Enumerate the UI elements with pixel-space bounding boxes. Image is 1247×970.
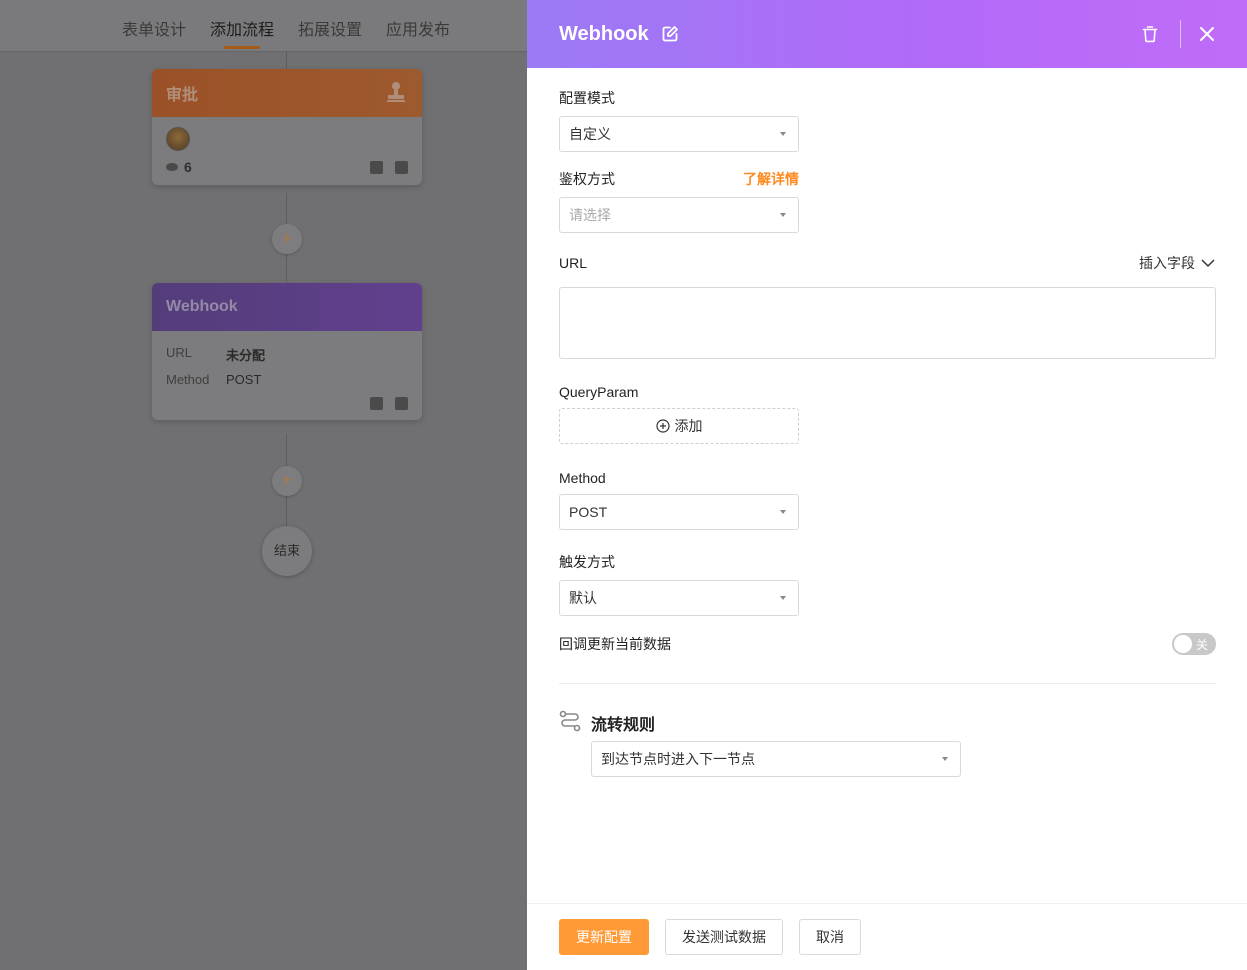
stamp-icon bbox=[384, 79, 408, 108]
end-node: 结束 bbox=[262, 526, 312, 576]
delete-icon[interactable] bbox=[1142, 25, 1158, 43]
caret-down-icon bbox=[780, 510, 786, 514]
flow-rule-title: 流转规则 bbox=[591, 716, 656, 734]
drawer-footer: 更新配置 发送测试数据 取消 bbox=[527, 903, 1247, 970]
section-divider bbox=[559, 683, 1216, 684]
add-node-button[interactable]: + bbox=[272, 224, 302, 254]
toggle-knob bbox=[1174, 635, 1192, 653]
url-label: URL bbox=[559, 255, 588, 271]
editor-tabs: 表单设计 添加流程 拓展设置 应用发布 bbox=[122, 16, 450, 49]
webhook-method-value: POST bbox=[226, 372, 262, 387]
url-input[interactable] bbox=[559, 287, 1216, 359]
config-mode-select[interactable]: 自定义 bbox=[559, 116, 799, 152]
caret-down-icon bbox=[780, 596, 786, 600]
insert-field-dropdown[interactable]: 插入字段 bbox=[1139, 253, 1215, 273]
method-label: Method bbox=[559, 470, 606, 486]
header-divider bbox=[1180, 20, 1181, 48]
method-select[interactable]: POST bbox=[559, 494, 799, 530]
drawer-title: Webhook bbox=[559, 22, 649, 45]
flow-rule-icon bbox=[559, 710, 581, 735]
tab-extension-settings[interactable]: 拓展设置 bbox=[298, 16, 362, 40]
tab-app-publish[interactable]: 应用发布 bbox=[386, 16, 450, 40]
approval-node-title: 审批 bbox=[166, 87, 199, 104]
add-node-button[interactable]: + bbox=[272, 466, 302, 496]
learn-more-link[interactable]: 了解详情 bbox=[743, 169, 799, 189]
drawer-header: Webhook bbox=[527, 0, 1247, 68]
webhook-config-drawer: Webhook 配置模式 自定义 鉴权方式 了解详情 请选择 URL 插入字段 … bbox=[527, 0, 1247, 970]
editor-topbar: 表单设计 添加流程 拓展设置 应用发布 bbox=[0, 0, 527, 52]
webhook-node-title: Webhook bbox=[166, 298, 238, 315]
callback-update-toggle[interactable]: 关 bbox=[1172, 633, 1216, 655]
webhook-node-header: Webhook bbox=[152, 283, 422, 331]
eye-icon bbox=[166, 163, 178, 171]
query-param-label: QueryParam bbox=[559, 384, 639, 400]
approval-node-header: 审批 bbox=[152, 69, 422, 117]
copy-icon[interactable] bbox=[395, 397, 408, 410]
config-mode-label: 配置模式 bbox=[559, 90, 615, 106]
caret-down-icon bbox=[942, 757, 948, 761]
approval-node-body: 6 bbox=[152, 117, 422, 185]
avatar bbox=[166, 127, 190, 151]
rabbit-icon[interactable] bbox=[370, 160, 383, 174]
send-test-data-button[interactable]: 发送测试数据 bbox=[665, 919, 783, 955]
trigger-select[interactable]: 默认 bbox=[559, 580, 799, 616]
tab-form-design[interactable]: 表单设计 bbox=[122, 16, 186, 40]
webhook-node-body: URL 未分配 Method POST bbox=[152, 331, 422, 420]
trigger-label: 触发方式 bbox=[559, 554, 615, 570]
auth-method-label: 鉴权方式 bbox=[559, 171, 615, 187]
plus-circle-icon bbox=[655, 419, 670, 433]
webhook-method-label: Method bbox=[166, 372, 210, 387]
auth-method-select[interactable]: 请选择 bbox=[559, 197, 799, 233]
chevron-down-icon bbox=[1201, 259, 1215, 268]
webhook-url-value: 未分配 bbox=[226, 348, 266, 363]
update-config-button[interactable]: 更新配置 bbox=[559, 919, 649, 955]
rabbit-icon[interactable] bbox=[370, 397, 383, 410]
add-query-param-button[interactable]: 添加 bbox=[559, 408, 799, 444]
close-icon[interactable] bbox=[1199, 26, 1215, 42]
webhook-url-label: URL bbox=[166, 345, 193, 360]
caret-down-icon bbox=[780, 132, 786, 136]
webhook-node[interactable]: Webhook URL 未分配 Method POST bbox=[152, 283, 422, 420]
approval-count: 6 bbox=[166, 159, 192, 175]
flow-rule-select[interactable]: 到达节点时进入下一节点 bbox=[591, 741, 961, 777]
tab-add-flow[interactable]: 添加流程 bbox=[210, 16, 274, 49]
approval-node[interactable]: 审批 6 bbox=[152, 69, 422, 185]
cancel-button[interactable]: 取消 bbox=[799, 919, 861, 955]
callback-update-label: 回调更新当前数据 bbox=[559, 636, 671, 652]
config-form: 配置模式 自定义 鉴权方式 了解详情 请选择 URL 插入字段 QueryPar… bbox=[527, 68, 1247, 777]
edit-icon[interactable] bbox=[661, 25, 679, 43]
workflow-canvas-background: 表单设计 添加流程 拓展设置 应用发布 审批 6 + Webhook URL 未… bbox=[0, 0, 527, 970]
flow-connector bbox=[286, 52, 287, 70]
copy-icon[interactable] bbox=[395, 160, 408, 174]
caret-down-icon bbox=[780, 213, 786, 217]
